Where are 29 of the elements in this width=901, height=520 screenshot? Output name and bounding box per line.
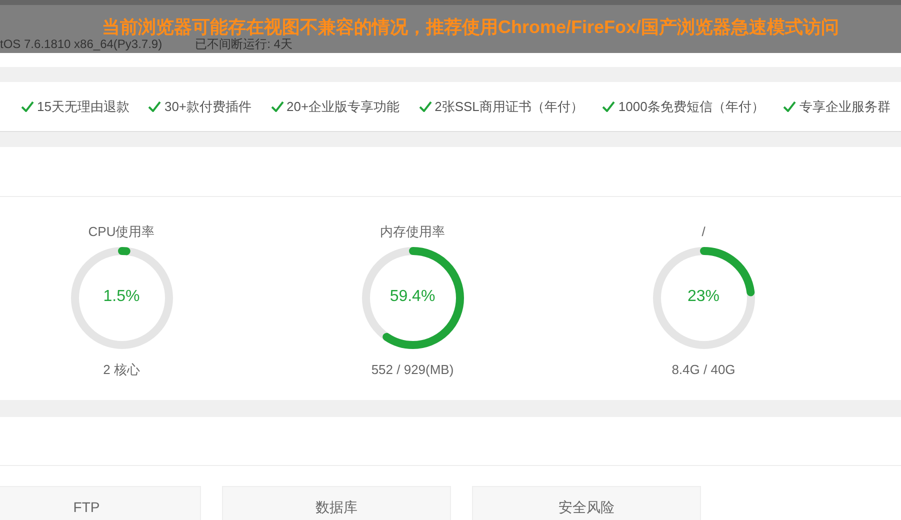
check-icon bbox=[602, 101, 616, 112]
feature-label: 15天无理由退款 bbox=[37, 98, 130, 116]
browser-warning-text: 当前浏览器可能存在视图不兼容的情况，推荐使用Chrome/FireFox/国产浏览器急速模式访问 bbox=[100, 16, 840, 38]
gauge-detail: 8.4G / 40G bbox=[672, 361, 736, 379]
check-icon bbox=[21, 101, 34, 112]
gauge-detail: 552 / 929(MB) bbox=[371, 361, 454, 379]
uptime-info: 已不间断运行: 4天 bbox=[195, 37, 292, 51]
overview-card[interactable]: 数据库 bbox=[222, 486, 451, 520]
gauge-value: 23% bbox=[686, 287, 721, 307]
feature-label: 专享企业服务群 bbox=[799, 98, 890, 116]
check-icon bbox=[783, 101, 796, 112]
gauge-title: CPU使用率 bbox=[88, 223, 155, 241]
feature-label: 1000条免费短信（年付） bbox=[618, 98, 764, 116]
feature-label: 30+款付费插件 bbox=[164, 98, 252, 116]
gauge-value: 1.5% bbox=[102, 287, 141, 307]
gauge-value: 59.4% bbox=[388, 287, 436, 307]
overview-card[interactable]: FTP bbox=[0, 486, 201, 520]
os-info: tOS 7.6.1810 x86_64(Py3.7.9) bbox=[0, 37, 162, 51]
gauge-ring[interactable] bbox=[360, 245, 466, 351]
check-icon bbox=[418, 101, 432, 112]
feature-label: 20+企业版专享功能 bbox=[286, 98, 400, 116]
gauge-title: / bbox=[702, 223, 706, 241]
check-icon bbox=[270, 101, 284, 112]
gauge-title: 内存使用率 bbox=[380, 223, 445, 241]
gauge-detail: 2 核心 bbox=[103, 361, 140, 379]
feature-label: 2张SSL商用证书（年付） bbox=[434, 98, 584, 116]
overview-card[interactable]: 安全风险 bbox=[472, 486, 701, 520]
gauge-ring[interactable] bbox=[650, 245, 756, 351]
check-icon bbox=[148, 101, 162, 112]
